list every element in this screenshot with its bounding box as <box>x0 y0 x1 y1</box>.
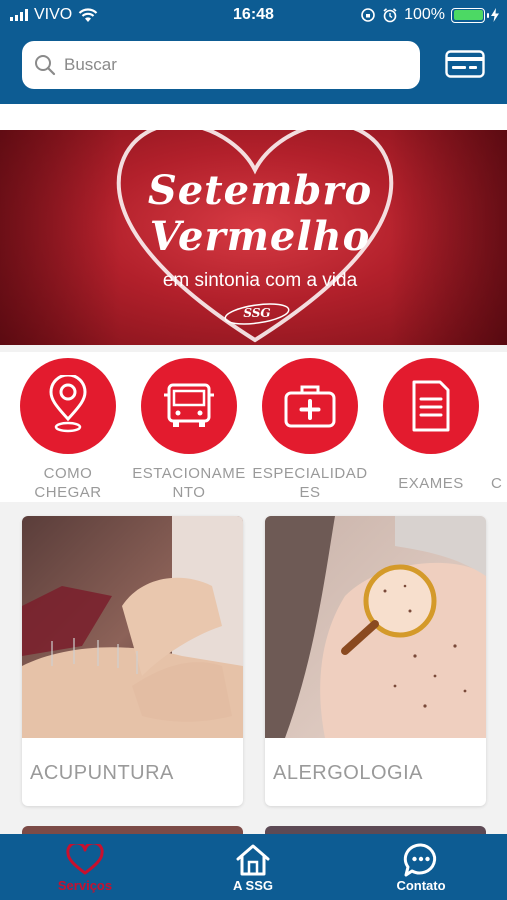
service-card-title: ACUPUNTURA <box>30 762 174 784</box>
tab-label: A SSG <box>233 878 273 893</box>
category-label-line2: NTO <box>172 484 206 501</box>
membership-card-button[interactable] <box>444 47 486 81</box>
map-pin-icon <box>49 375 87 433</box>
category-label-line1: EXAMES <box>398 475 464 492</box>
category-carousel[interactable]: COMO CHEGAR ESTACIONAME NTO ESPECIALIDAD… <box>0 352 507 502</box>
tab-a-ssg[interactable]: A SSG <box>193 842 313 893</box>
heart-icon <box>66 844 104 875</box>
category-especialidades[interactable]: ESPECIALIDAD ES <box>251 358 369 502</box>
app-screen: VIVO 16:48 100% Buscar Setembro Vermelho… <box>0 0 507 900</box>
service-grid: ACUPUNTURA ALERGOLOGIA <box>0 502 507 836</box>
category-exames[interactable]: EXAMES <box>372 358 490 493</box>
category-label-line2: CHEGAR <box>34 484 102 501</box>
promo-banner[interactable]: Setembro Vermelho em sintonia com a vida… <box>0 130 507 345</box>
banner-subtitle: em sintonia com a vida <box>162 270 358 291</box>
battery-icon <box>451 7 489 23</box>
category-label-line1: ESTACIONAME <box>132 465 246 482</box>
service-card-alergologia[interactable]: ALERGOLOGIA <box>265 516 486 806</box>
banner-title: Setembro Vermelho <box>110 168 410 260</box>
spacer <box>0 104 507 130</box>
category-como-chegar[interactable]: COMO CHEGAR <box>9 358 127 502</box>
category-label-line2: ES <box>299 484 321 501</box>
category-estacionamento[interactable]: ESTACIONAME NTO <box>130 358 248 502</box>
bus-icon <box>164 383 214 427</box>
tab-servicos[interactable]: Serviços <box>25 842 145 893</box>
alarm-icon <box>383 8 397 23</box>
service-card-acupuntura[interactable]: ACUPUNTURA <box>22 516 243 806</box>
banner-title-line1: Setembro <box>147 167 373 214</box>
category-label-line1: C <box>491 475 503 492</box>
home-icon <box>236 844 270 876</box>
chat-icon <box>403 843 437 877</box>
banner-logo: SSG <box>222 302 292 326</box>
banner-title-line2: Vermelho <box>149 213 371 260</box>
acupuncture-image <box>22 516 243 738</box>
allergology-image <box>265 516 486 738</box>
banner-logo-text: SSG <box>243 306 271 320</box>
tab-label: Serviços <box>57 878 113 893</box>
category-label-line1: ESPECIALIDAD <box>252 465 368 482</box>
search-bar[interactable] <box>22 41 420 89</box>
category-label-line1: COMO <box>43 465 93 482</box>
service-card-title: ALERGOLOGIA <box>273 762 423 784</box>
battery-percent: 100% <box>404 6 445 23</box>
document-icon <box>412 380 450 432</box>
medical-kit-icon <box>284 385 336 428</box>
tab-label: Contato <box>396 878 446 893</box>
charging-icon <box>491 8 499 22</box>
rotation-lock-icon <box>361 8 375 22</box>
card-icon <box>445 50 485 78</box>
search-icon <box>35 55 56 76</box>
category-partial[interactable]: C <box>491 358 507 493</box>
search-input[interactable] <box>64 55 384 75</box>
tab-contato[interactable]: Contato <box>361 842 481 893</box>
top-bar: VIVO 16:48 100% <box>0 0 507 104</box>
status-bar: VIVO 16:48 100% <box>0 0 507 32</box>
tab-bar: Serviços A SSG Contato <box>0 834 507 900</box>
